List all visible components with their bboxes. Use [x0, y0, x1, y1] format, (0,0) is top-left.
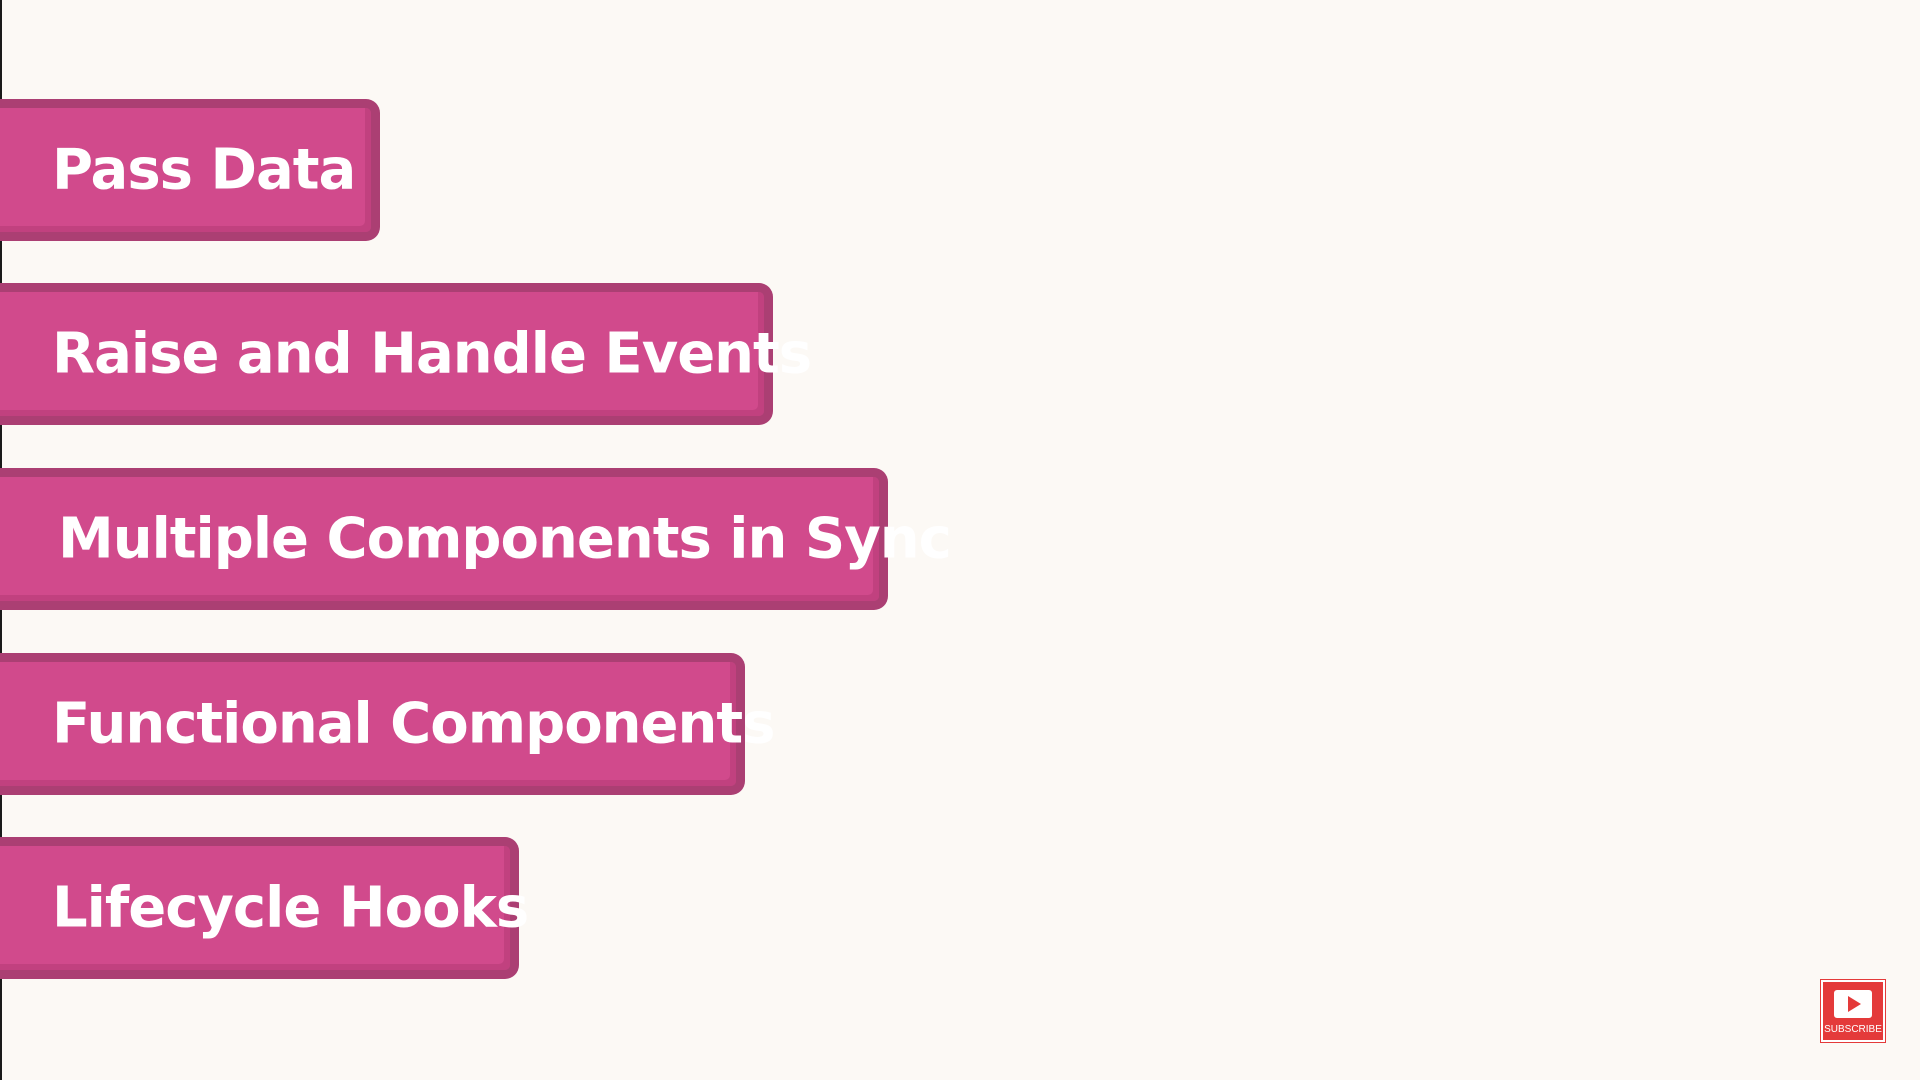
topic-raise-and-handle-events: Raise and Handle Events [0, 283, 812, 425]
topic-pass-data: Pass Data [0, 99, 380, 241]
topic-label: Raise and Handle Events [52, 321, 812, 387]
topic-multiple-components-in-sync: Multiple Components in Sync [0, 468, 952, 610]
topic-lifecycle-hooks: Lifecycle Hooks [0, 837, 529, 979]
subscribe-label: SUBSCRIBE [1824, 1024, 1882, 1035]
topic-functional-components: Functional Components [0, 653, 775, 795]
topic-label: Lifecycle Hooks [52, 875, 529, 941]
play-icon [1834, 990, 1872, 1018]
topic-label: Functional Components [52, 691, 775, 757]
subscribe-button[interactable]: SUBSCRIBE [1820, 979, 1886, 1043]
topic-label: Pass Data [52, 137, 356, 203]
slide: Pass Data Raise and Handle Events Multip… [0, 0, 1920, 1080]
topic-label: Multiple Components in Sync [58, 506, 952, 572]
